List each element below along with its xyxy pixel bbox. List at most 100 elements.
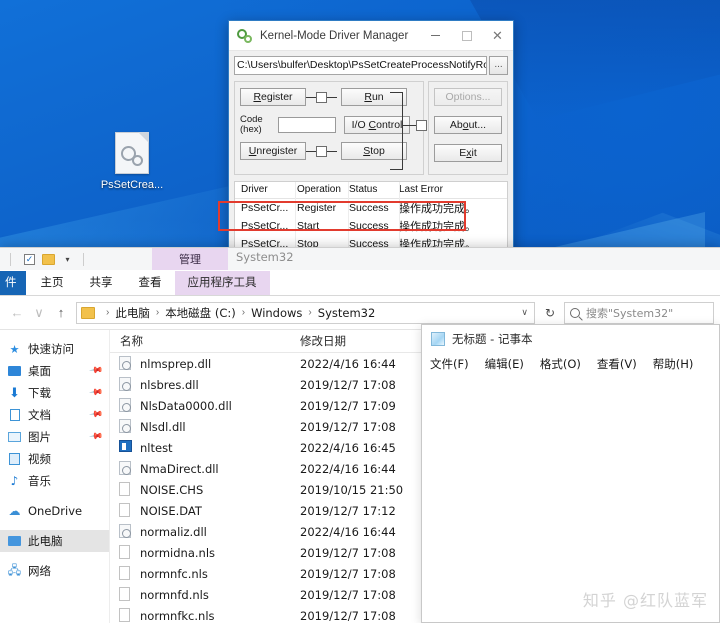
breadcrumb-item-this-pc[interactable]: 此电脑 (115, 305, 150, 321)
table-row[interactable]: PsSetCr... Start Success 操作成功完成。 (235, 217, 507, 235)
notepad-text-area[interactable] (422, 375, 719, 622)
sidebar-item-documents[interactable]: 文档 📌 (0, 404, 109, 426)
driver-status-table[interactable]: Driver Operation Status Last Error PsSet… (234, 181, 508, 252)
videos-icon (7, 452, 22, 466)
cell-status: Success (349, 220, 389, 232)
register-button[interactable]: Register (240, 88, 306, 106)
notepad-menubar[interactable]: 文件(F) 编辑(E) 格式(O) 查看(V) 帮助(H) (422, 353, 719, 375)
cell-operation: Register (297, 202, 337, 214)
file-name: nlsbres.dll (140, 377, 199, 392)
refresh-icon[interactable]: ↻ (539, 306, 561, 320)
column-header-date[interactable]: 修改日期 (290, 333, 420, 349)
folder-icon (81, 306, 95, 319)
file-date: 2019/12/7 17:12 (300, 503, 396, 518)
exit-button[interactable]: Exit (434, 144, 502, 162)
quick-access-toolbar[interactable]: ✓ ▾ (0, 248, 720, 270)
breadcrumb-item-local-disk[interactable]: 本地磁盘 (C:) (165, 305, 236, 321)
breadcrumb[interactable]: › 此电脑 › 本地磁盘 (C:) › Windows › System32 ∨ (76, 301, 535, 324)
table-header-row: Driver Operation Status Last Error (235, 182, 507, 199)
file-date: 2019/12/7 17:08 (300, 566, 396, 581)
gears-icon (237, 28, 253, 44)
register-checkbox[interactable] (316, 91, 327, 103)
notepad-title: 无标题 - 记事本 (452, 332, 533, 346)
sidebar-item-music[interactable]: ♪ 音乐 (0, 470, 109, 492)
driver-controls-panel: Register Run Code (hex) I/O Control Unre… (234, 81, 427, 175)
file-name: NmaDirect.dll (140, 461, 219, 476)
column-status[interactable]: Status (343, 182, 393, 199)
menu-view[interactable]: 查看(V) (597, 356, 637, 372)
cell-status: Success (349, 202, 389, 214)
sidebar-item-videos[interactable]: 视频 (0, 448, 109, 470)
navigation-pane[interactable]: ★ 快速访问 桌面 📌 ⬇ 下载 📌 文档 📌 图片 📌 视频 ♪ 音乐 ☁ O… (0, 330, 110, 623)
notepad-titlebar[interactable]: 无标题 - 记事本 (422, 325, 719, 353)
kernel-mode-driver-manager-window[interactable]: Kernel-Mode Driver Manager ✕ C:\Users\bu… (228, 20, 514, 253)
sidebar-item-label: 图片 (28, 430, 51, 444)
menu-file[interactable]: 文件(F) (430, 356, 469, 372)
tab-application-tools[interactable]: 应用程序工具 (174, 271, 270, 295)
dll-icon (119, 377, 133, 392)
ribbon-tabs[interactable]: 管理 System32 件 主页 共享 查看 应用程序工具 (0, 248, 720, 296)
pin-icon: 📌 (87, 429, 103, 445)
breadcrumb-item-windows[interactable]: Windows (251, 306, 302, 320)
chevron-down-icon[interactable]: ▾ (59, 251, 76, 268)
sidebar-item-quick-access[interactable]: ★ 快速访问 (0, 338, 109, 360)
sidebar-item-label: 音乐 (28, 474, 51, 488)
tab-home[interactable]: 主页 (28, 271, 77, 295)
unregister-button[interactable]: Unregister (240, 142, 306, 160)
column-operation[interactable]: Operation (291, 182, 343, 199)
desktop-icon-pssetcreate[interactable]: PsSetCrea... (92, 132, 172, 192)
file-date: 2019/12/7 17:08 (300, 608, 396, 623)
tab-file[interactable]: 件 (0, 271, 26, 295)
io-checkbox[interactable] (416, 120, 427, 131)
maximize-icon[interactable] (451, 21, 482, 51)
sidebar-item-label: 快速访问 (28, 342, 74, 356)
tab-share[interactable]: 共享 (77, 271, 126, 295)
chevron-down-icon[interactable]: ∨ (521, 307, 530, 318)
sidebar-item-desktop[interactable]: 桌面 📌 (0, 360, 109, 382)
unregister-checkbox[interactable] (316, 145, 327, 157)
file-date: 2022/4/16 16:44 (300, 524, 396, 539)
driver-path-input[interactable]: C:\Users\bulfer\Desktop\PsSetCreateProce… (234, 56, 487, 75)
file-name: normnfd.nls (140, 587, 209, 602)
search-icon (570, 307, 580, 318)
sidebar-item-label: 网络 (28, 564, 51, 578)
properties-icon[interactable]: ✓ (21, 251, 38, 268)
column-last-error[interactable]: Last Error (393, 182, 507, 199)
browse-button[interactable]: ... (489, 56, 508, 75)
sidebar-item-downloads[interactable]: ⬇ 下载 📌 (0, 382, 109, 404)
file-name: normidna.nls (140, 545, 216, 560)
sidebar-item-network[interactable]: 🖧 网络 (0, 560, 109, 582)
menu-edit[interactable]: 编辑(E) (485, 356, 524, 372)
back-icon[interactable]: ← (6, 305, 28, 320)
close-icon[interactable]: ✕ (482, 21, 513, 51)
tab-view[interactable]: 查看 (126, 271, 175, 295)
notepad-window[interactable]: 无标题 - 记事本 文件(F) 编辑(E) 格式(O) 查看(V) 帮助(H) (421, 324, 720, 623)
divider (83, 252, 84, 266)
menu-help[interactable]: 帮助(H) (653, 356, 694, 372)
minimize-icon[interactable] (420, 21, 451, 51)
file-date: 2022/4/16 16:44 (300, 356, 396, 371)
file-name: normaliz.dll (140, 524, 207, 539)
pin-icon: 📌 (87, 385, 103, 401)
driver-manager-titlebar[interactable]: Kernel-Mode Driver Manager ✕ (229, 21, 513, 51)
code-hex-input[interactable] (278, 117, 336, 133)
column-driver[interactable]: Driver (235, 182, 291, 199)
menu-format[interactable]: 格式(O) (540, 356, 581, 372)
search-input[interactable]: 搜索"System32" (564, 301, 714, 324)
options-button[interactable]: Options... (434, 88, 502, 106)
forward-icon[interactable]: ∨ (28, 305, 50, 321)
breadcrumb-item-system32[interactable]: System32 (318, 306, 376, 320)
new-folder-icon[interactable] (40, 251, 57, 268)
context-banner-manage: 管理 (152, 248, 228, 270)
file-name: normnfkc.nls (140, 608, 215, 623)
connector-line (327, 96, 337, 98)
sidebar-item-pictures[interactable]: 图片 📌 (0, 426, 109, 448)
sidebar-item-onedrive[interactable]: ☁ OneDrive (0, 500, 109, 522)
driver-side-buttons: Options... About... Exit (428, 81, 508, 175)
file-icon (119, 566, 133, 581)
column-header-name[interactable]: 名称 (110, 333, 290, 349)
up-icon[interactable]: ↑ (50, 305, 72, 320)
about-button[interactable]: About... (434, 116, 502, 134)
sidebar-item-this-pc[interactable]: 此电脑 (0, 530, 109, 552)
table-row[interactable]: PsSetCr... Register Success 操作成功完成。 (235, 199, 507, 218)
